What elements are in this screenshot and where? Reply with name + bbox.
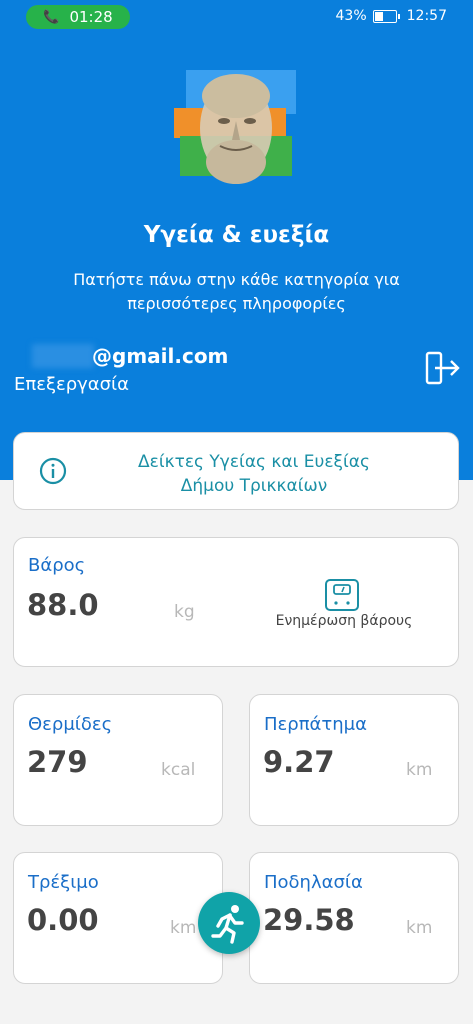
- logout-icon[interactable]: [424, 350, 462, 386]
- walking-value: 9.27: [263, 745, 335, 779]
- running-unit: km: [170, 918, 197, 938]
- page-title: Υγεία & ευεξία: [143, 222, 330, 248]
- clock: 12:57: [406, 8, 447, 24]
- ongoing-call-pill[interactable]: 📞 01:28: [26, 5, 130, 29]
- phone-icon: 📞: [43, 9, 60, 25]
- app-logo: [174, 70, 296, 184]
- calories-value: 279: [27, 745, 88, 779]
- battery-percent: 43%: [335, 8, 367, 24]
- health-indicators-line1: Δείκτες Υγείας και Ευεξίας: [138, 452, 370, 472]
- running-title: Τρέξιμο: [28, 872, 99, 893]
- page-subtitle: Πατήστε πάνω στην κάθε κατηγορία για περ…: [73, 270, 400, 313]
- health-indicators-line2: Δήμου Τρικκαίων: [180, 476, 328, 496]
- health-indicators-text: Δείκτες Υγείας και Ευεξίας Δήμου Τρικκαί…: [84, 450, 424, 498]
- email-redaction: [32, 344, 94, 368]
- status-right: 43% 12:57: [336, 8, 447, 24]
- battery-icon: [372, 9, 400, 23]
- call-duration: 01:28: [69, 8, 113, 26]
- health-indicators-card[interactable]: Δείκτες Υγείας και Ευεξίας Δήμου Τρικκαί…: [13, 432, 459, 510]
- running-value: 0.00: [27, 903, 99, 937]
- weight-card[interactable]: Βάρος 88.0 kg Ενημέρωση βάρους: [13, 537, 459, 667]
- cycling-value: 29.58: [263, 903, 355, 937]
- scale-icon[interactable]: [324, 578, 360, 612]
- cycling-card[interactable]: Ποδηλασία 29.58 km: [249, 852, 459, 984]
- cycling-unit: km: [406, 918, 433, 938]
- cycling-title: Ποδηλασία: [264, 872, 363, 893]
- walking-unit: km: [406, 760, 433, 780]
- running-icon: [211, 905, 244, 944]
- calories-card[interactable]: Θερμίδες 279 kcal: [13, 694, 223, 826]
- calories-unit: kcal: [161, 760, 196, 780]
- user-email: @gmail.com: [92, 344, 229, 368]
- weight-value: 88.0: [27, 588, 99, 622]
- weight-unit: kg: [174, 602, 195, 622]
- walking-card[interactable]: Περπάτημα 9.27 km: [249, 694, 459, 826]
- calories-title: Θερμίδες: [28, 714, 113, 735]
- start-activity-button[interactable]: [198, 892, 260, 954]
- status-bar: 📞 01:28 43% 12:57: [0, 0, 473, 34]
- weight-title: Βάρος: [28, 555, 86, 576]
- running-card[interactable]: Τρέξιμο 0.00 km: [13, 852, 223, 984]
- walking-title: Περπάτημα: [264, 714, 367, 735]
- info-icon: [39, 457, 67, 485]
- edit-profile-link[interactable]: Επεξεργασία: [14, 374, 129, 395]
- update-weight-button[interactable]: Ενημέρωση βάρους: [264, 613, 424, 629]
